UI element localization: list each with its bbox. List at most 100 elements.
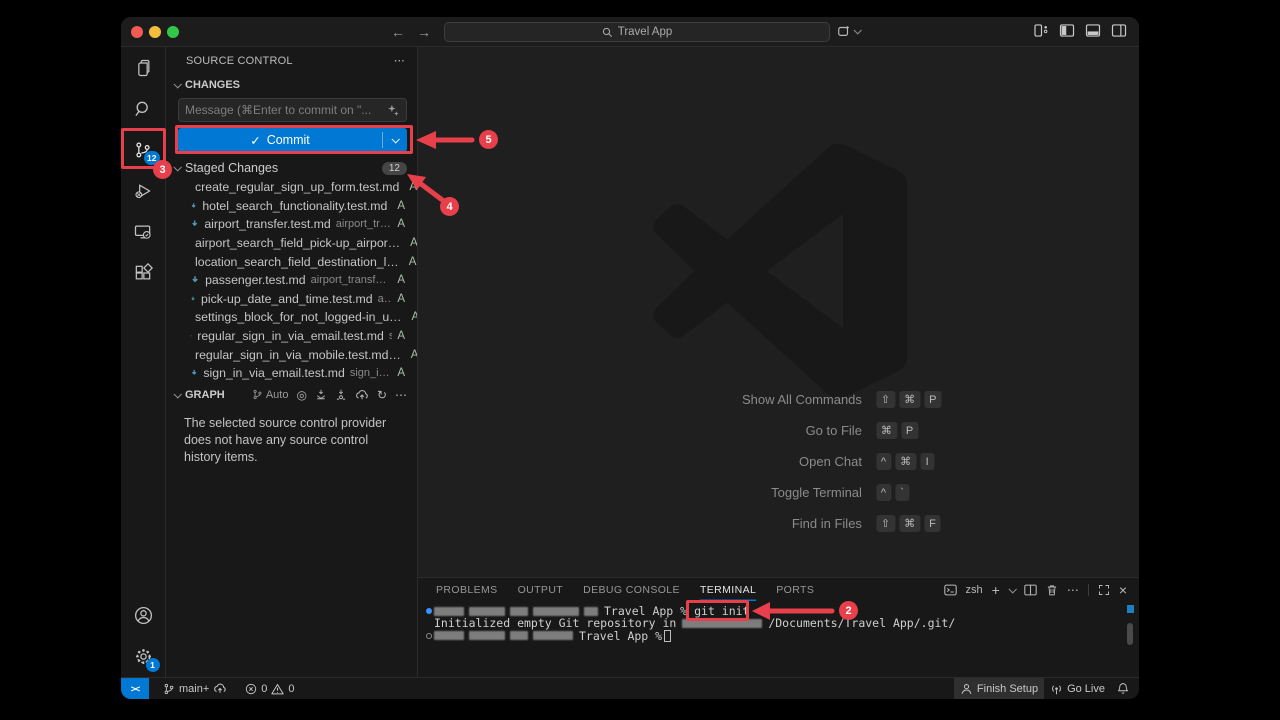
- explorer-icon[interactable]: [121, 47, 166, 88]
- finish-setup-button[interactable]: Finish Setup: [954, 678, 1044, 700]
- file-row[interactable]: sign_in_via_email.test.mdsign_in_fo…A: [166, 364, 417, 383]
- chevron-down-icon: [173, 80, 181, 88]
- git-status-added: A: [411, 349, 417, 361]
- git-status-added: A: [397, 367, 405, 379]
- more-actions-icon[interactable]: ⋯: [395, 388, 407, 402]
- terminal-output[interactable]: Travel App % git init Initialized empty …: [418, 601, 1139, 642]
- annotation-step-4: 4: [440, 197, 459, 216]
- git-output-post: /Documents/Travel App/.git/: [768, 617, 955, 629]
- back-icon[interactable]: ←: [391, 24, 405, 40]
- toggle-panel-icon[interactable]: [1085, 24, 1101, 37]
- key-cmd: ⌘: [899, 515, 920, 532]
- toggle-secondary-sidebar-icon[interactable]: [1111, 24, 1127, 37]
- sidebar-title: SOURCE CONTROL: [186, 55, 293, 67]
- key-letter: F: [924, 515, 941, 532]
- vscode-window: ← → Travel App: [121, 17, 1139, 699]
- title-bar: ← → Travel App: [121, 17, 1139, 47]
- pull-icon[interactable]: [335, 389, 347, 401]
- key-letter: P: [924, 391, 941, 408]
- tab-problems[interactable]: PROBLEMS: [436, 578, 498, 601]
- git-status-added: A: [397, 274, 405, 286]
- file-name: sign_in_via_email.test.md: [203, 366, 345, 380]
- remote-explorer-icon[interactable]: [121, 211, 166, 252]
- file-row[interactable]: regular_sign_in_via_mobile.test.md…A: [166, 345, 417, 364]
- tab-output[interactable]: OUTPUT: [518, 578, 564, 601]
- bell-icon: [1117, 682, 1129, 695]
- maximize-panel-icon[interactable]: [1098, 584, 1110, 596]
- git-status-added: A: [397, 218, 405, 230]
- file-row[interactable]: location_search_field_destination_l…A: [166, 252, 417, 271]
- command-center-search[interactable]: Travel App: [444, 22, 830, 42]
- go-live-label: Go Live: [1067, 683, 1105, 695]
- redacted-block: [682, 619, 762, 628]
- git-status-added: A: [397, 330, 405, 342]
- file-scope: airport_trans…: [336, 218, 393, 230]
- extensions-icon[interactable]: [121, 252, 166, 293]
- markdown-file-icon: [190, 330, 192, 342]
- commit-dropdown-button[interactable]: [383, 137, 407, 143]
- changes-section-header[interactable]: CHANGES: [166, 74, 417, 96]
- new-terminal-icon[interactable]: +: [992, 582, 1000, 598]
- markdown-file-icon: [190, 293, 196, 305]
- key-backtick: `: [895, 484, 909, 501]
- remote-indicator[interactable]: ><: [121, 678, 149, 700]
- forward-icon[interactable]: →: [417, 24, 431, 40]
- status-bar: >< main+ 0 0 Finish Setup Go Live: [121, 677, 1139, 699]
- commit-button[interactable]: ✓ Commit: [178, 128, 407, 152]
- traffic-lights: [131, 26, 179, 38]
- warning-count: 0: [288, 683, 294, 695]
- staged-changes-header[interactable]: Staged Changes 12: [166, 158, 417, 178]
- file-row[interactable]: airport_search_field_pick-up_airpor…A: [166, 234, 417, 253]
- kill-terminal-trash-icon[interactable]: [1046, 584, 1058, 596]
- record-icon[interactable]: ◎: [296, 388, 306, 402]
- copilot-menu[interactable]: [837, 24, 860, 38]
- accounts-icon[interactable]: [121, 595, 166, 636]
- settings-gear-icon[interactable]: 1: [121, 636, 166, 677]
- search-view-icon[interactable]: [121, 88, 166, 129]
- zoom-window-button[interactable]: [167, 26, 179, 38]
- graph-section-header[interactable]: GRAPH Auto ◎ ↻ ⋯: [166, 385, 417, 405]
- go-live-button[interactable]: Go Live: [1044, 678, 1111, 700]
- terminal-scrollbar[interactable]: [1127, 623, 1133, 645]
- minimize-window-button[interactable]: [149, 26, 161, 38]
- chevron-down-icon[interactable]: [1008, 585, 1016, 593]
- file-row[interactable]: regular_sign_in_via_email.test.mdsi…A: [166, 327, 417, 346]
- file-row[interactable]: hotel_search_functionality.test.mdA: [166, 197, 417, 216]
- file-row[interactable]: pick-up_date_and_time.test.mdairp…A: [166, 290, 417, 309]
- annotation-step-2: 2: [839, 601, 858, 620]
- chevron-down-icon: [173, 390, 181, 398]
- auto-branch-toggle[interactable]: Auto: [252, 389, 289, 401]
- check-icon: ✓: [250, 133, 260, 148]
- key-ctrl: ^: [876, 453, 891, 470]
- commit-message-input[interactable]: Message (⌘Enter to commit on "...: [178, 98, 407, 122]
- file-row[interactable]: settings_block_for_not_logged-in_u…A: [166, 308, 417, 327]
- file-row[interactable]: create_regular_sign_up_form.test.mdA: [166, 178, 417, 197]
- redacted-block: [434, 607, 598, 616]
- problems-status-item[interactable]: 0 0: [239, 678, 300, 700]
- toggle-primary-sidebar-icon[interactable]: [1059, 24, 1075, 37]
- close-panel-icon[interactable]: ×: [1119, 582, 1127, 598]
- sparkle-icon[interactable]: [387, 104, 400, 117]
- file-row[interactable]: passenger.test.mdairport_transfer_s…A: [166, 271, 417, 290]
- tab-debug-console[interactable]: DEBUG CONSOLE: [583, 578, 680, 601]
- search-icon: [602, 27, 613, 38]
- error-icon: [245, 683, 257, 695]
- customize-layout-icon[interactable]: [1034, 24, 1049, 37]
- push-cloud-icon[interactable]: [355, 389, 369, 401]
- tab-ports[interactable]: PORTS: [776, 578, 814, 601]
- refresh-icon[interactable]: ↻: [377, 388, 387, 402]
- fetch-icon[interactable]: [315, 389, 327, 401]
- branch-icon: [163, 683, 175, 695]
- branch-icon: [252, 389, 263, 400]
- shell-label[interactable]: zsh: [966, 584, 983, 596]
- more-actions-icon[interactable]: ⋯: [1067, 583, 1079, 597]
- notifications-bell[interactable]: [1111, 678, 1139, 700]
- file-row[interactable]: airport_transfer.test.mdairport_trans…A: [166, 215, 417, 234]
- more-actions-icon[interactable]: ⋯: [394, 54, 405, 67]
- tab-terminal[interactable]: TERMINAL: [700, 578, 756, 601]
- close-window-button[interactable]: [131, 26, 143, 38]
- person-icon: [960, 683, 973, 695]
- branch-status-item[interactable]: main+: [157, 678, 233, 700]
- git-status-added: A: [409, 181, 417, 193]
- split-terminal-icon[interactable]: [1024, 584, 1037, 596]
